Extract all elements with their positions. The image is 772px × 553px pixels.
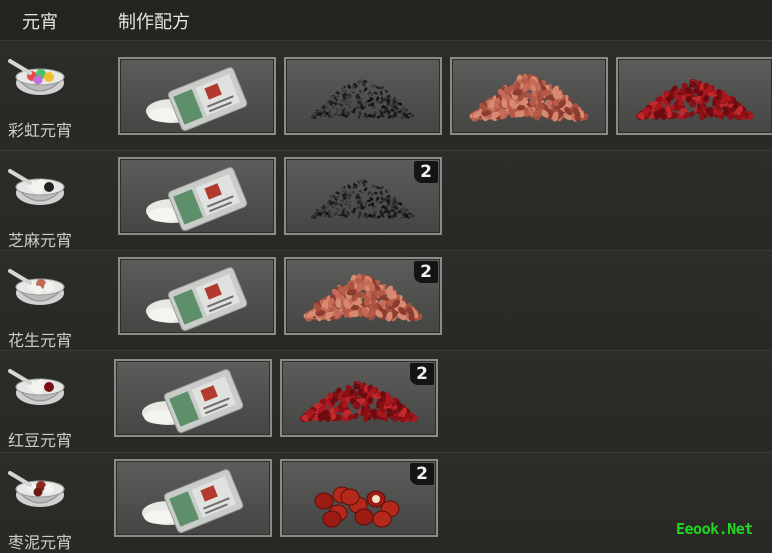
ingredient-slot[interactable] [450,57,608,135]
table-header: 元宵 制作配方 [0,0,772,40]
recipe-name: 红豆元宵 [8,431,73,450]
quantity-badge: 2 [410,363,434,385]
ingredient-slot[interactable]: 2 [280,359,438,437]
ingredient-slot[interactable]: 2 [280,459,438,537]
ingredient-slot[interactable] [118,57,276,135]
ingredient-slot[interactable] [118,157,276,235]
ingredient-slot[interactable] [616,57,772,135]
jujube-yuanxiao-bowl-icon [8,465,70,511]
recipe-row: 枣泥元宵 2 [0,452,772,553]
sesame-yuanxiao-bowl-icon [8,163,70,209]
recipe-row: 芝麻元宵 2 [0,150,772,251]
header-recipe: 制作配方 [118,12,190,33]
recipe-row: 彩虹元宵 [0,40,772,141]
red-bean-yuanxiao-bowl-icon [8,363,70,409]
recipe-name: 花生元宵 [8,331,73,350]
watermark: Eeook.Net [676,520,753,538]
quantity-badge: 2 [410,463,434,485]
recipe-name: 芝麻元宵 [8,231,73,250]
recipe-row: 花生元宵 2 [0,250,772,351]
peanut-yuanxiao-bowl-icon [8,263,70,309]
recipe-list: 彩虹元宵 芝麻元宵 2 花生元宵 2 红豆元宵 2 枣泥元宵 2 [0,40,772,553]
recipe-name: 枣泥元宵 [8,533,73,552]
ingredient-slot[interactable]: 2 [284,157,442,235]
quantity-badge: 2 [414,161,438,183]
ingredient-slot[interactable] [118,257,276,335]
rainbow-yuanxiao-bowl-icon [8,53,70,99]
ingredient-slot[interactable] [114,359,272,437]
ingredient-slot[interactable] [284,57,442,135]
ingredient-slot[interactable]: 2 [284,257,442,335]
header-yuanxiao: 元宵 [22,12,58,33]
recipe-name: 彩虹元宵 [8,121,73,140]
recipe-row: 红豆元宵 2 [0,350,772,451]
quantity-badge: 2 [414,261,438,283]
ingredient-slot[interactable] [114,459,272,537]
